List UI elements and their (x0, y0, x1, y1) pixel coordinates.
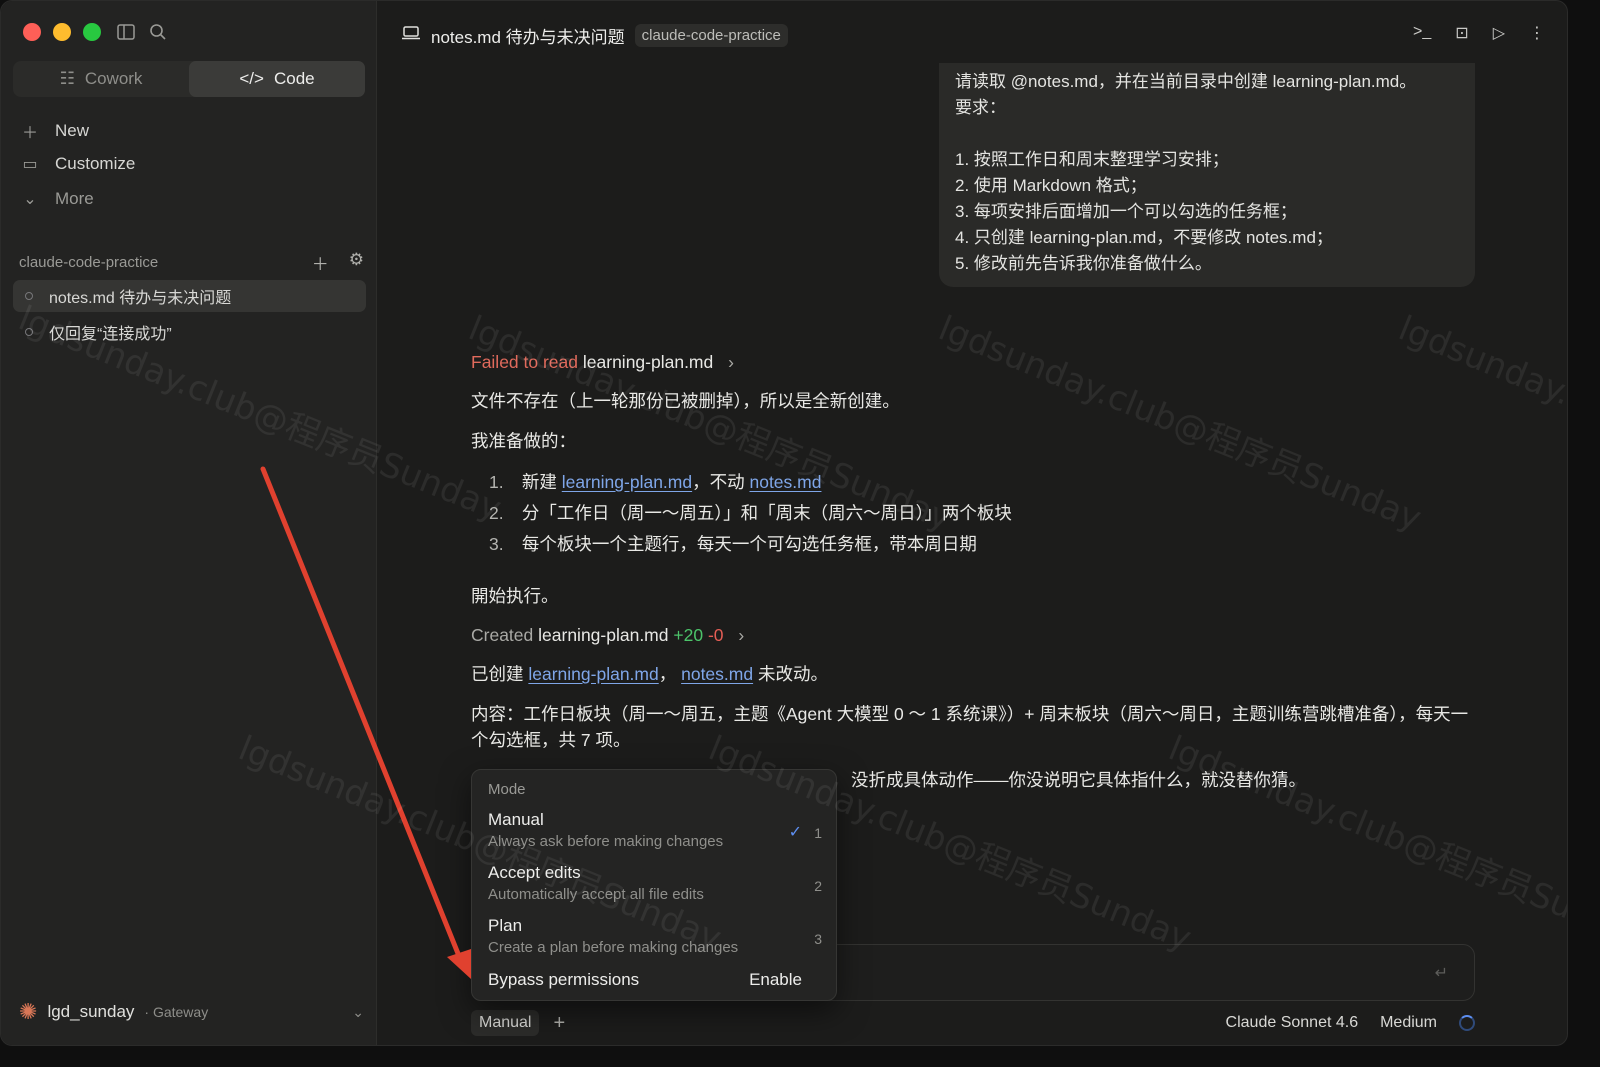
mode-option-accept-edits[interactable]: Accept edits Automatically accept all fi… (488, 863, 822, 903)
model-selector[interactable]: Claude Sonnet 4.6 (1226, 1014, 1359, 1032)
sidebar: ☷ Cowork </> Code ＋ New ▭ Customize ⌄ Mo… (1, 1, 377, 1045)
chevron-right-icon: › (738, 625, 745, 645)
search-icon[interactable] (147, 21, 169, 43)
assistant-paragraph: 文件不存在（上一轮那份已被删掉），所以是全新创建。 (471, 391, 900, 411)
effort-selector[interactable]: Medium (1380, 1014, 1437, 1032)
chevron-right-icon: › (728, 352, 734, 372)
checkmark-icon: ✓ (788, 824, 802, 841)
list-item: 1. 新建 learning-plan.md，不动 notes.md (489, 472, 822, 492)
claude-starburst-icon: ✺ (19, 999, 38, 1024)
play-icon[interactable]: ▷ (1493, 23, 1505, 43)
session-title-bar: notes.md 待办与未决问题 claude-code-practice (401, 23, 788, 48)
session-title: notes.md 待办与未决问题 (431, 28, 625, 47)
terminal-icon[interactable]: >_ (1413, 23, 1431, 43)
enable-bypass-button[interactable]: Enable (749, 970, 802, 990)
lines-removed: -0 (707, 625, 724, 645)
export-icon[interactable]: ⊡ (1455, 23, 1468, 43)
list-item: 3. 每个板块一个主题行，每天一个可勾选任务框，带本周日期 (489, 534, 977, 554)
tool-call-failed-read[interactable]: Failed to read learning-plan.md › (471, 349, 1475, 375)
mode-menu-header: Mode (488, 781, 526, 798)
gateway-label: · Gateway (144, 1004, 209, 1020)
plus-icon: ＋ (21, 125, 38, 142)
mode-menu: Mode Manual Always ask before making cha… (471, 769, 837, 1001)
username: lgd_sunday (47, 1002, 135, 1021)
more-button[interactable]: ⌄ More (19, 189, 93, 209)
shortcut-key: 1 (814, 825, 822, 841)
session-item[interactable]: 仅回复“连接成功” (13, 316, 366, 348)
plus-icon[interactable]: ＋ (312, 250, 329, 275)
code-brackets-icon: </> (239, 69, 264, 88)
file-link[interactable]: notes.md (749, 472, 821, 492)
user-message: 请读取 @notes.md，并在当前目录中创建 learning-plan.md… (939, 63, 1475, 287)
file-link[interactable]: learning-plan.md (528, 664, 658, 684)
close-window-button[interactable] (23, 23, 41, 41)
list-item: 2. 分「工作日（周一～周五）」和「周末（周六～周日）」两个板块 (489, 503, 1012, 523)
session-status-icon (25, 328, 33, 336)
lines-added: +20 (673, 625, 704, 645)
briefcase-icon: ▭ (22, 156, 38, 173)
session-status-icon (25, 292, 33, 300)
code-tab[interactable]: </> Code (189, 61, 365, 97)
cowork-code-switch: ☷ Cowork </> Code (13, 61, 365, 97)
new-session-button[interactable]: ＋ New (19, 119, 89, 143)
filter-sliders-icon[interactable]: ⚙ (349, 250, 364, 275)
shortcut-key: 2 (814, 878, 822, 894)
assistant-paragraph: 已创建 learning-plan.md， notes.md 未改动。 (471, 664, 828, 684)
assistant-paragraph: 内容：工作日板块（周一～周五，主题《Agent 大模型 0 ～ 1 系统课》）+… (471, 704, 1469, 750)
mode-option-plan[interactable]: Plan Create a plan before making changes… (488, 916, 822, 956)
minimize-window-button[interactable] (53, 23, 71, 41)
more-vertical-icon[interactable]: ⋮ (1529, 23, 1545, 43)
assistant-paragraph: 我准备做的： (471, 431, 576, 451)
customize-button[interactable]: ▭ Customize (19, 154, 135, 174)
mode-selector[interactable]: Manual (471, 1010, 540, 1036)
app-window: ☷ Cowork </> Code ＋ New ▭ Customize ⌄ Mo… (0, 0, 1568, 1046)
assistant-paragraph: 没折成具体动作——你没说明它具体指什么，就没替你猜。 (851, 770, 1306, 790)
plan-steps-list: 1. 新建 learning-plan.md，不动 notes.md 2. 分「… (489, 467, 1012, 560)
file-link[interactable]: learning-plan.md (562, 472, 692, 492)
mode-option-manual[interactable]: Manual Always ask before making changes … (488, 810, 822, 850)
watermark-text: lgdsunday.club@程序员Sunday (1393, 308, 1568, 539)
top-actions: >_ ⊡ ▷ ⋮ (1413, 23, 1545, 43)
add-attachment-button[interactable]: + (553, 1012, 565, 1035)
project-header: claude-code-practice ＋ ⚙ (19, 250, 364, 275)
zoom-window-button[interactable] (83, 23, 101, 41)
session-item[interactable]: notes.md 待办与未决问题 (13, 280, 366, 312)
chevron-down-icon: ⌄ (23, 191, 37, 208)
composer-toolbar: Manual + Claude Sonnet 4.6 Medium (471, 1009, 1475, 1037)
toggle-sidebar-icon[interactable] (115, 21, 137, 43)
assistant-paragraph: 開始执行。 (471, 586, 559, 606)
file-link[interactable]: notes.md (681, 664, 753, 684)
account-menu[interactable]: ✺ lgd_sunday · Gateway ⌄ (19, 999, 364, 1025)
mode-option-bypass-permissions[interactable]: Bypass permissions Enable (488, 970, 802, 990)
shortcut-key: 3 (814, 931, 822, 947)
loading-spinner-icon (1459, 1015, 1475, 1031)
watermark-text: lgdsunday.club@程序员Sunday (1163, 728, 1568, 959)
cowork-tab[interactable]: ☷ Cowork (13, 61, 189, 97)
enter-return-icon[interactable]: ↵ (1435, 963, 1448, 983)
chevron-down-icon: ⌄ (352, 1003, 364, 1020)
project-tag[interactable]: claude-code-practice (634, 24, 788, 47)
checklist-icon: ☷ (59, 69, 75, 88)
tool-call-created-file[interactable]: Created learning-plan.md +20 -0 › (471, 622, 1475, 648)
project-name[interactable]: claude-code-practice (19, 254, 158, 271)
laptop-icon (401, 25, 421, 46)
